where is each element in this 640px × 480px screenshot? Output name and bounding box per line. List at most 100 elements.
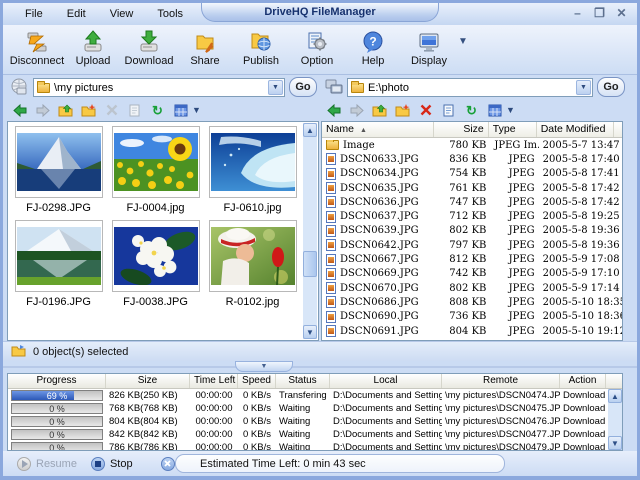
column-header-status[interactable]: Status [276, 374, 330, 388]
help-button[interactable]: ? Help [345, 28, 401, 72]
file-row[interactable]: DSCN0642.JPG 797 KB JPEG 2005-5-8 19:36 [322, 238, 622, 252]
local-pane-scrollbar[interactable]: ▲ ▼ [303, 123, 317, 339]
thumbnail-item[interactable]: FJ-0610.jpg [204, 126, 301, 214]
display-dropdown-caret[interactable]: ▼ [458, 36, 468, 47]
menu-tools[interactable]: Tools [145, 6, 195, 22]
transfer-row[interactable]: 69 % 826 KB(250 KB) 00:00:00 0 KB/s Tran… [8, 389, 622, 402]
file-row[interactable]: DSCN0633.JPG 836 KB JPEG 2005-5-8 17:40 [322, 152, 622, 166]
scroll-up-icon[interactable]: ▲ [608, 389, 622, 403]
file-row[interactable]: DSCN0635.JPG 761 KB JPEG 2005-5-8 17:42 [322, 181, 622, 195]
menu-view[interactable]: View [98, 6, 146, 22]
file-row[interactable]: DSCN0670.JPG 802 KB JPEG 2005-5-9 17:14 [322, 281, 622, 295]
file-row[interactable]: DSCN0669.JPG 742 KB JPEG 2005-5-9 17:10 [322, 267, 622, 281]
remote-go-button[interactable]: Go [597, 77, 625, 97]
column-header-progress[interactable]: Progress [8, 374, 106, 388]
file-list-header: Name ▲ Size Type Date Modified [322, 122, 622, 138]
photo-ocean-wave [209, 126, 297, 198]
help-label: Help [362, 55, 385, 67]
pane-divider: ▼ [3, 361, 637, 373]
properties-icon[interactable] [440, 102, 457, 118]
views-dropdown-caret[interactable]: ▼ [506, 105, 515, 115]
local-path-combobox[interactable]: \my pictures ▼ [33, 78, 285, 97]
download-button[interactable]: Download [121, 28, 177, 72]
local-go-button[interactable]: Go [289, 77, 317, 97]
column-header-type[interactable]: Type [489, 122, 537, 137]
upload-button[interactable]: Upload [65, 28, 121, 72]
new-folder-icon[interactable] [80, 102, 97, 118]
thumbnail-item[interactable]: FJ-0196.JPG [10, 220, 107, 308]
thumbnail-item[interactable]: FJ-0004.jpg [107, 126, 204, 214]
file-row[interactable]: DSCN0667.JPG 812 KB JPEG 2005-5-9 17:08 [322, 252, 622, 266]
display-icon [416, 29, 442, 54]
up-folder-icon[interactable] [371, 102, 388, 118]
scroll-up-icon[interactable]: ▲ [303, 123, 317, 137]
progress-bar: 0 % [11, 403, 103, 414]
remote-path-combobox[interactable]: E:\photo ▼ [347, 78, 593, 97]
column-header-name[interactable]: Name ▲ [322, 122, 434, 137]
views-icon[interactable] [172, 102, 189, 118]
scrollbar-thumb[interactable] [303, 251, 317, 277]
back-icon[interactable] [325, 102, 342, 118]
new-folder-icon[interactable] [394, 102, 411, 118]
thumbnail-item[interactable]: R-0102.jpg [204, 220, 301, 308]
column-header-size[interactable]: Size [434, 122, 489, 137]
refresh-icon[interactable]: ↻ [149, 102, 166, 118]
minimize-button[interactable]: – [570, 5, 585, 20]
column-header-time-left[interactable]: Time Left [190, 374, 238, 388]
column-header-speed[interactable]: Speed [238, 374, 276, 388]
svg-text:?: ? [369, 34, 376, 48]
disconnect-button[interactable]: Disconnect [9, 28, 65, 72]
thumbnail-filename: FJ-0610.jpg [223, 202, 281, 214]
file-row[interactable]: DSCN0691.JPG 804 KB JPEG 2005-5-10 19:12 [322, 324, 622, 338]
collapse-transfer-tab[interactable]: ▼ [235, 361, 293, 372]
transfer-scrollbar[interactable]: ▲ ▼ [608, 389, 622, 450]
views-dropdown-caret[interactable]: ▼ [192, 105, 201, 115]
estimated-time-left: Estimated Time Left: 0 min 43 sec [175, 454, 505, 473]
disconnect-label: Disconnect [10, 55, 64, 67]
image-file-icon [326, 296, 336, 308]
maximize-button[interactable]: ❐ [592, 5, 607, 20]
file-row[interactable]: DSCN0639.JPG 802 KB JPEG 2005-5-8 19:36 [322, 224, 622, 238]
file-row[interactable]: Image 780 KB JPEG Im... 2005-5-7 13:47 [322, 138, 622, 152]
scroll-down-icon[interactable]: ▼ [303, 325, 317, 339]
image-file-icon [326, 268, 336, 280]
views-icon[interactable] [486, 102, 503, 118]
resume-icon [17, 457, 31, 471]
delete-icon[interactable] [417, 102, 434, 118]
column-header-local[interactable]: Local [330, 374, 442, 388]
up-folder-icon[interactable] [57, 102, 74, 118]
menu-file[interactable]: File [13, 6, 55, 22]
transfer-row[interactable]: 0 % 842 KB(842 KB) 00:00:00 0 KB/s Waiti… [8, 428, 622, 441]
column-header-size[interactable]: Size [106, 374, 190, 388]
file-row[interactable]: DSCN0634.JPG 754 KB JPEG 2005-5-8 17:41 [322, 167, 622, 181]
option-button[interactable]: Option [289, 28, 345, 72]
app-window: File Edit View Tools Help DriveHQ FileMa… [0, 0, 640, 480]
transfer-row[interactable]: 0 % 804 KB(804 KB) 00:00:00 0 KB/s Waiti… [8, 415, 622, 428]
image-file-icon [326, 196, 336, 208]
remote-path-combo-caret[interactable]: ▼ [576, 80, 591, 95]
file-row[interactable]: DSCN0636.JPG 747 KB JPEG 2005-5-8 17:42 [322, 195, 622, 209]
thumbnail-item[interactable]: FJ-0038.JPG [107, 220, 204, 308]
menu-edit[interactable]: Edit [55, 6, 98, 22]
thumbnail-filename: FJ-0004.jpg [126, 202, 184, 214]
stop-icon [91, 457, 105, 471]
column-header-action[interactable]: Action [560, 374, 606, 388]
back-icon[interactable] [11, 102, 28, 118]
close-button[interactable]: ✕ [614, 5, 629, 20]
stop-button[interactable]: Stop [91, 457, 133, 471]
scroll-down-icon[interactable]: ▼ [608, 436, 622, 450]
publish-button[interactable]: Publish [233, 28, 289, 72]
column-header-remote[interactable]: Remote [442, 374, 560, 388]
file-row[interactable]: DSCN0690.JPG 736 KB JPEG 2005-5-10 18:36 [322, 310, 622, 324]
transfer-row[interactable]: 0 % 768 KB(768 KB) 00:00:00 0 KB/s Waiti… [8, 402, 622, 415]
thumbnail-item[interactable]: FJ-0298.JPG [10, 126, 107, 214]
transfer-queue: Progress Size Time Left Speed Status Loc… [7, 373, 623, 451]
file-row[interactable]: DSCN0637.JPG 712 KB JPEG 2005-5-8 19:25 [322, 209, 622, 223]
file-row[interactable]: DSCN0686.JPG 808 KB JPEG 2005-5-10 18:35 [322, 295, 622, 309]
transfer-row[interactable]: 0 % 786 KB(786 KB) 00:00:00 0 KB/s Waiti… [8, 441, 622, 451]
share-button[interactable]: Share [177, 28, 233, 72]
column-header-date[interactable]: Date Modified [537, 122, 614, 137]
local-path-combo-caret[interactable]: ▼ [268, 80, 283, 95]
display-button[interactable]: Display [401, 28, 457, 72]
refresh-icon[interactable]: ↻ [463, 102, 480, 118]
